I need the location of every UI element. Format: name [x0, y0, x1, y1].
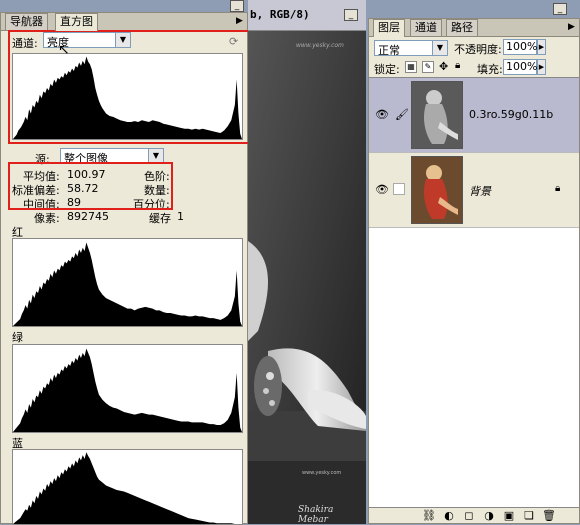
opacity-label: 不透明度:	[454, 43, 502, 56]
layer-style-icon[interactable]: ◐	[441, 508, 457, 524]
histogram-main	[12, 53, 243, 140]
layer-thumbnail	[411, 81, 463, 149]
opacity-input[interactable]: 100%	[503, 39, 537, 55]
layer-name[interactable]: 背景	[469, 183, 491, 199]
eye-icon[interactable]: 👁︎	[375, 108, 389, 122]
histogram-main-graph	[13, 56, 242, 139]
minimize-button[interactable]: _	[344, 9, 358, 21]
histogram-blue	[12, 449, 243, 525]
adjustment-layer-icon[interactable]: ▣	[501, 508, 517, 524]
histogram-red-graph	[13, 242, 242, 326]
tab-paths[interactable]: 路径	[446, 19, 478, 36]
tab-navigator[interactable]: 导航器	[5, 13, 48, 30]
document-window: b, RGB/8) _ www.yesky.com www.yesky.com …	[248, 0, 366, 525]
channel-select[interactable]: 亮度 ▼	[43, 32, 131, 49]
panel-menu-icon[interactable]: ▶	[565, 21, 578, 34]
cache-label: 缓存	[149, 212, 171, 225]
watermark-side: www.yesky.com	[302, 470, 342, 476]
document-title: b, RGB/8)	[250, 8, 310, 21]
layer-row[interactable]: 👁︎ 背景 🔒︎	[369, 153, 579, 228]
trash-icon[interactable]: 🗑︎	[541, 508, 557, 524]
layer-thumbnail	[411, 156, 463, 224]
channel-label: 通道:	[12, 37, 38, 50]
green-channel-label: 绿	[12, 331, 23, 344]
cache-value: 1	[177, 210, 184, 223]
pixels-value: 892745	[67, 210, 109, 223]
lock-transparency-icon[interactable]: ▦	[405, 61, 417, 73]
lock-position-icon[interactable]: ✥	[439, 60, 448, 73]
layers-bottom-toolbar: ⛓︎ ◐ ◻︎ ◑ ▣ ❏ 🗑︎	[369, 507, 579, 524]
photo-canvas	[248, 31, 366, 524]
tab-layers[interactable]: 图层	[373, 19, 405, 37]
histogram-red	[12, 238, 243, 327]
mean-value: 100.97	[67, 168, 106, 181]
document-titlebar: b, RGB/8) _	[248, 0, 366, 31]
right-header-strip	[366, 0, 580, 18]
layer-name[interactable]: 0.3ro.59g0.11b	[469, 108, 553, 121]
layer-row[interactable]: 👁︎ 🖌︎ 0.3ro.59g0.11b	[369, 78, 579, 153]
chevron-down-icon: ▼	[432, 41, 447, 55]
fill-slider-button[interactable]: ▶	[537, 59, 546, 75]
median-value: 89	[67, 196, 81, 209]
pixels-label: 像素:	[34, 212, 60, 225]
tab-histogram[interactable]: 直方图	[55, 13, 98, 31]
chevron-down-icon: ▼	[148, 149, 163, 163]
link-layers-icon[interactable]: ⛓︎	[421, 508, 437, 524]
new-layer-icon[interactable]: ❏	[521, 508, 537, 524]
watermark-bottom: Shakira Mebar	[298, 505, 334, 525]
eye-icon[interactable]: 👁︎	[375, 183, 389, 197]
layers-minimize-button[interactable]: _	[553, 3, 567, 15]
fill-input[interactable]: 100%	[503, 59, 537, 75]
opacity-slider-button[interactable]: ▶	[537, 39, 546, 55]
tab-channels[interactable]: 通道	[410, 19, 442, 36]
brush-icon: 🖌︎	[395, 108, 409, 121]
lock-label: 锁定:	[374, 63, 400, 76]
refresh-icon[interactable]: ⟳	[229, 35, 238, 48]
source-select[interactable]: 整个图像 ▼	[60, 148, 164, 165]
panel-menu-icon[interactable]: ▶	[233, 15, 246, 28]
histogram-green-graph	[13, 348, 242, 432]
watermark-top: www.yesky.com	[296, 42, 344, 49]
lock-image-icon[interactable]: ✎	[422, 61, 434, 73]
source-select-value: 整个图像	[64, 152, 108, 165]
mouse-cursor-icon: ↖	[58, 42, 70, 58]
fill-label: 填充:	[477, 63, 503, 76]
layers-panel: 图层 通道 路径 ▶ 正常 ▼ 不透明度: 100% ▶ 锁定: ▦ ✎ ✥ 🔒…	[368, 18, 580, 524]
histogram-panel: 导航器 直方图 ▶ 通道: 亮度 ▼ ⟳ 源: 整个图像 ▼ 平均值: 100.…	[0, 12, 250, 525]
add-mask-icon[interactable]: ◻︎	[461, 508, 477, 524]
source-label: 源:	[35, 153, 50, 166]
chevron-down-icon: ▼	[115, 33, 130, 47]
histogram-blue-graph	[13, 452, 242, 524]
blend-mode-value: 正常	[378, 44, 400, 57]
layer-list: 👁︎ 🖌︎ 0.3ro.59g0.11b 👁︎ 背景 🔒︎	[369, 77, 579, 508]
std-dev-value: 58.72	[67, 182, 99, 195]
new-group-icon[interactable]: ◑	[481, 508, 497, 524]
histogram-green	[12, 344, 243, 433]
lock-all-icon[interactable]: 🔒︎	[455, 60, 460, 71]
lock-icon: 🔒︎	[555, 183, 561, 194]
histogram-minimize-button[interactable]: _	[230, 0, 244, 12]
link-slot	[393, 183, 405, 195]
blend-mode-select[interactable]: 正常 ▼	[374, 40, 448, 57]
